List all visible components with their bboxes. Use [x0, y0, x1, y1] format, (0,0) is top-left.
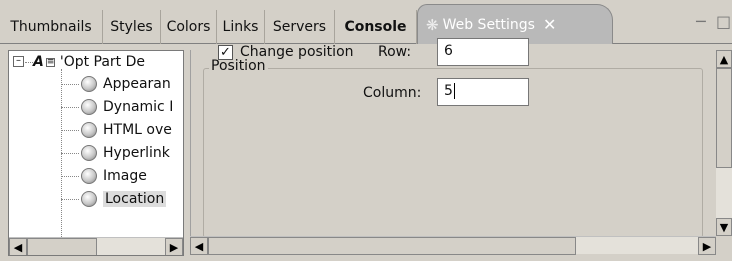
view-tab-strip: Thumbnails Styles Colors Links Servers C… — [0, 0, 732, 44]
tree-item-location[interactable]: Location — [81, 188, 167, 210]
collapse-icon[interactable]: – — [13, 56, 24, 67]
row-label: Row: — [378, 44, 412, 60]
web-settings-icon: ❋ — [426, 15, 439, 34]
column-input[interactable]: 5 — [437, 78, 529, 106]
scroll-up-icon[interactable]: ▲ — [716, 50, 732, 68]
tree-item-hyperlink[interactable]: Hyperlink — [81, 142, 170, 164]
panel-vertical-scrollbar[interactable]: ▲ ▼ — [716, 50, 732, 236]
scroll-down-icon[interactable]: ▼ — [716, 218, 732, 236]
tree-item-appearance[interactable]: Appearan — [81, 73, 171, 95]
maximize-icon[interactable]: □ — [716, 12, 731, 31]
position-group-title: Position — [209, 58, 268, 74]
tab-thumbnails[interactable]: Thumbnails — [0, 10, 103, 44]
node-icon — [81, 122, 97, 138]
node-icon — [81, 168, 97, 184]
tab-links[interactable]: Links — [217, 10, 265, 44]
tree-connector — [25, 62, 33, 63]
close-tab-icon[interactable]: ✕ — [543, 15, 556, 34]
tree-item-image[interactable]: Image — [81, 165, 147, 187]
edit-node-icon — [81, 76, 97, 92]
minimize-icon[interactable]: ─ — [696, 12, 706, 31]
tab-console[interactable]: Console — [335, 10, 417, 44]
tree-item-html-override[interactable]: HTML ove — [81, 119, 172, 141]
scroll-right-icon[interactable]: ▶ — [165, 238, 183, 255]
scroll-thumb[interactable] — [208, 237, 576, 255]
tree-connector — [61, 107, 79, 108]
edit-node-icon — [81, 191, 97, 207]
tree-connector — [61, 176, 79, 177]
scroll-left-icon[interactable]: ◀ — [9, 238, 27, 255]
row-input[interactable]: 6 — [437, 38, 529, 66]
tab-servers[interactable]: Servers — [265, 10, 335, 44]
node-icon — [81, 145, 97, 161]
scroll-right-icon[interactable]: ▶ — [698, 237, 716, 255]
tree-connector — [61, 130, 79, 131]
tree-connector — [61, 199, 79, 200]
part-icon: A — [33, 54, 44, 70]
scroll-left-icon[interactable]: ◀ — [190, 237, 208, 255]
grid-icon: ≡ — [45, 56, 55, 67]
change-position-checkbox[interactable]: ✓ — [218, 45, 233, 60]
tree-connector — [61, 84, 79, 85]
tab-colors[interactable]: Colors — [161, 10, 217, 44]
scroll-thumb[interactable] — [27, 238, 97, 255]
tree-connector — [61, 153, 79, 154]
column-label: Column: — [363, 85, 422, 101]
tree-item-dynamic[interactable]: Dynamic I — [81, 96, 173, 118]
change-position-label: Change position — [240, 44, 354, 60]
settings-tree: – A ≡ 'Opt Part De Appearan Dynamic I HT… — [8, 50, 184, 256]
tree-connector — [61, 69, 62, 245]
panel-horizontal-scrollbar[interactable]: ◀ ▶ — [190, 236, 716, 255]
node-icon — [81, 99, 97, 115]
tab-styles[interactable]: Styles — [103, 10, 161, 44]
tree-root[interactable]: A ≡ 'Opt Part De — [33, 51, 145, 73]
scroll-thumb[interactable] — [716, 68, 732, 168]
tree-horizontal-scrollbar[interactable]: ◀ ▶ — [9, 237, 183, 255]
text-cursor — [453, 83, 455, 99]
